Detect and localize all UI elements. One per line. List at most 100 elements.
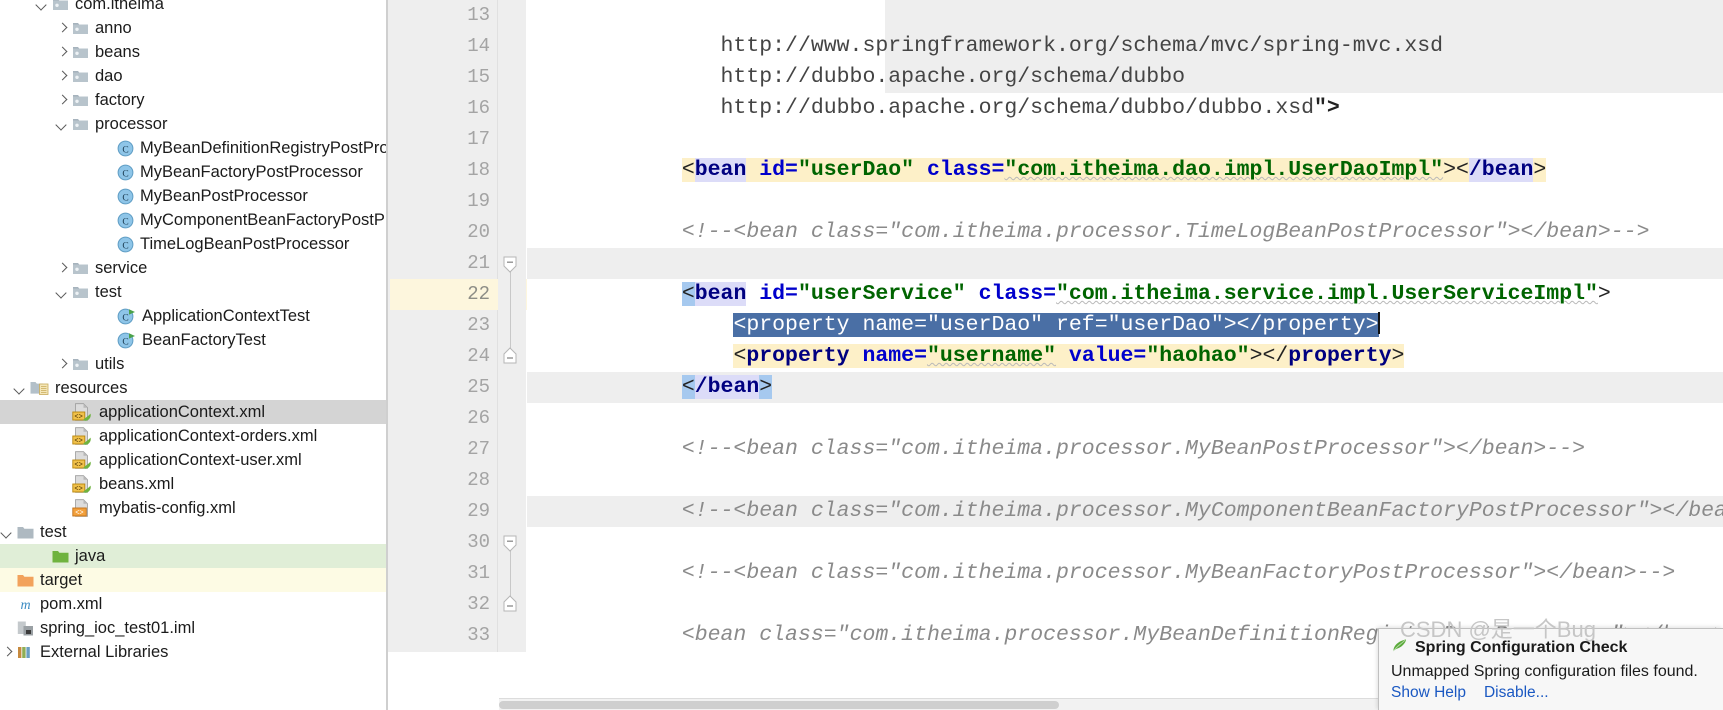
code-fold-end-marker[interactable] (503, 347, 517, 364)
line17-class-value: "com.itheima.dao.impl.UserDaoImpl" (1004, 158, 1444, 182)
tree-item-spring-ioc-test01-iml[interactable]: spring_ioc_test01.iml (0, 616, 386, 640)
code-line-24[interactable]: </bean> (527, 341, 773, 399)
tree-item-label: service (95, 258, 148, 277)
tree-item-mybeandefinitionregistrypostprocessor[interactable]: C MyBeanDefinitionRegistryPostProcessor (0, 136, 386, 160)
line-number-28[interactable]: 28 (388, 465, 490, 496)
line-number-18[interactable]: 18 (388, 155, 490, 186)
code-line-23[interactable]: <property name="username" value="haohao"… (527, 310, 1405, 368)
tree-item-factory[interactable]: factory (0, 88, 386, 112)
code-fold-start-marker[interactable] (503, 256, 517, 273)
tree-item-mycomponentbeanfactorypostprocessor[interactable]: C MyComponentBeanFactoryPostProcessor (0, 208, 386, 232)
tree-item-target[interactable]: target (0, 568, 386, 592)
code-text-area[interactable]: http://www.springframework.org/schema/mv… (527, 0, 1723, 652)
chevron-right-icon[interactable] (0, 645, 14, 659)
tree-item-pom-xml[interactable]: m pom.xml (0, 592, 386, 616)
horizontal-scrollbar-thumb[interactable] (499, 701, 1059, 709)
code-line-28[interactable]: <!--<bean class="com.itheima.processor.M… (527, 465, 1723, 523)
code-fold-end-marker[interactable] (503, 595, 517, 612)
tree-item-beans-xml[interactable]: <> beans.xml (0, 472, 386, 496)
code-line-13[interactable]: http://www.springframework.org/schema/mv… (527, 0, 1444, 58)
tree-item-test[interactable]: test (0, 520, 386, 544)
code-line-14[interactable]: http://dubbo.apache.org/schema/dubbo (527, 31, 1185, 89)
disable-link[interactable]: Disable... (1484, 684, 1549, 702)
spring-config-check-notification[interactable]: Spring Configuration Check Unmapped Spri… (1378, 628, 1723, 710)
tree-item-beanfactorytest[interactable]: C BeanFactoryTest (0, 328, 386, 352)
code-line-26[interactable]: <!--<bean class="com.itheima.processor.M… (527, 403, 1585, 461)
code-fold-connector (509, 270, 511, 349)
tree-item-dao[interactable]: dao (0, 64, 386, 88)
code-line-17[interactable]: <bean id="userDao" class="com.itheima.da… (527, 124, 1547, 182)
code-fold-gutter[interactable] (498, 0, 526, 652)
line-number-14[interactable]: 14 (388, 31, 490, 62)
tree-item-applicationcontext-orders-xml[interactable]: <> applicationContext-orders.xml (0, 424, 386, 448)
svg-text:<>: <> (74, 414, 82, 421)
svg-text:m: m (20, 598, 30, 612)
line-number-24[interactable]: 24 (388, 341, 490, 372)
code-line-21[interactable]: <bean id="userService" class="com.itheim… (527, 248, 1611, 306)
spring-xml-icon: <> (72, 475, 93, 493)
line-number-13[interactable]: 13 (388, 0, 490, 31)
code-line-15[interactable]: http://dubbo.apache.org/schema/dubbo/dub… (527, 62, 1340, 120)
tree-item-label: MyBeanPostProcessor (140, 186, 308, 205)
line-number-30[interactable]: 30 (388, 527, 490, 558)
tree-item-processor[interactable]: processor (0, 112, 386, 136)
tree-item-applicationcontext-xml[interactable]: <> applicationContext.xml (0, 400, 386, 424)
chevron-down-icon[interactable] (55, 285, 69, 299)
line-number-15[interactable]: 15 (388, 62, 490, 93)
code-line-32[interactable]: <bean class="com.itheima.processor.MyBea… (527, 589, 1723, 647)
tree-item-external-libraries[interactable]: External Libraries (0, 640, 386, 664)
chevron-right-icon[interactable] (55, 261, 69, 275)
show-help-link[interactable]: Show Help (1391, 684, 1466, 702)
line-number-21[interactable]: 21 (388, 248, 490, 279)
line-number-27[interactable]: 27 (388, 434, 490, 465)
chevron-down-icon[interactable] (13, 381, 27, 395)
line24-open-angle: < (681, 375, 695, 399)
tree-item-resources[interactable]: resources (0, 376, 386, 400)
line-number-26[interactable]: 26 (388, 403, 490, 434)
tree-item-mybeanpostprocessor[interactable]: C MyBeanPostProcessor (0, 184, 386, 208)
line-number-25[interactable]: 25 (388, 372, 490, 403)
line-number-16[interactable]: 16 (388, 93, 490, 124)
line-number-33[interactable]: 33 (388, 620, 490, 651)
orange-folder-icon (17, 573, 34, 588)
no-chevron (100, 189, 114, 203)
line-number-23[interactable]: 23 (388, 310, 490, 341)
tree-item-utils[interactable]: utils (0, 352, 386, 376)
tree-item-service[interactable]: service (0, 256, 386, 280)
line-number-32[interactable]: 32 (388, 589, 490, 620)
tree-item-test[interactable]: test (0, 280, 386, 304)
no-chevron (100, 165, 114, 179)
line-number-19[interactable]: 19 (388, 186, 490, 217)
chevron-down-icon[interactable] (0, 525, 14, 539)
chevron-right-icon[interactable] (55, 357, 69, 371)
tree-item-label: mybatis-config.xml (99, 498, 236, 517)
chevron-down-icon[interactable] (35, 0, 49, 11)
chevron-right-icon[interactable] (55, 21, 69, 35)
tree-item-applicationcontext-user-xml[interactable]: <> applicationContext-user.xml (0, 448, 386, 472)
tree-item-applicationcontexttest[interactable]: C ApplicationContextTest (0, 304, 386, 328)
chevron-down-icon[interactable] (55, 117, 69, 131)
tree-item-timelogbeanpostprocessor[interactable]: C TimeLogBeanPostProcessor (0, 232, 386, 256)
tree-item-label: beans (95, 42, 140, 61)
code-line-19[interactable]: <!--<bean class="com.itheima.processor.T… (527, 186, 1650, 244)
line-number-17[interactable]: 17 (388, 124, 490, 155)
tree-item-mybatis-config-xml[interactable]: <> mybatis-config.xml (0, 496, 386, 520)
tree-item-anno[interactable]: anno (0, 16, 386, 40)
tree-item-com-itheima[interactable]: com.itheima (0, 0, 386, 16)
chevron-right-icon[interactable] (55, 93, 69, 107)
line-number-29[interactable]: 29 (388, 496, 490, 527)
line24-end-angle: > (759, 375, 773, 399)
code-line-30[interactable]: <!--<bean class="com.itheima.processor.M… (527, 527, 1675, 585)
code-fold-start-marker[interactable] (503, 535, 517, 552)
tree-item-mybeanfactorypostprocessor[interactable]: C MyBeanFactoryPostProcessor (0, 160, 386, 184)
code-line-22[interactable]: <property name="userDao" ref="userDao"><… (527, 279, 1380, 337)
code-editor[interactable]: 13 14 15 16 17 18 19 20 21 22 23 24 25 26 27 28 29 30 31 32… (386, 0, 1723, 710)
chevron-right-icon[interactable] (55, 69, 69, 83)
line-number-22[interactable]: 22 (388, 279, 490, 310)
project-tree-panel[interactable]: com.itheima anno beans dao factory processor C… (0, 0, 386, 710)
chevron-right-icon[interactable] (55, 45, 69, 59)
tree-item-java[interactable]: java (0, 544, 386, 568)
tree-item-beans[interactable]: beans (0, 40, 386, 64)
line-number-20[interactable]: 20 (388, 217, 490, 248)
line-number-31[interactable]: 31 (388, 558, 490, 589)
